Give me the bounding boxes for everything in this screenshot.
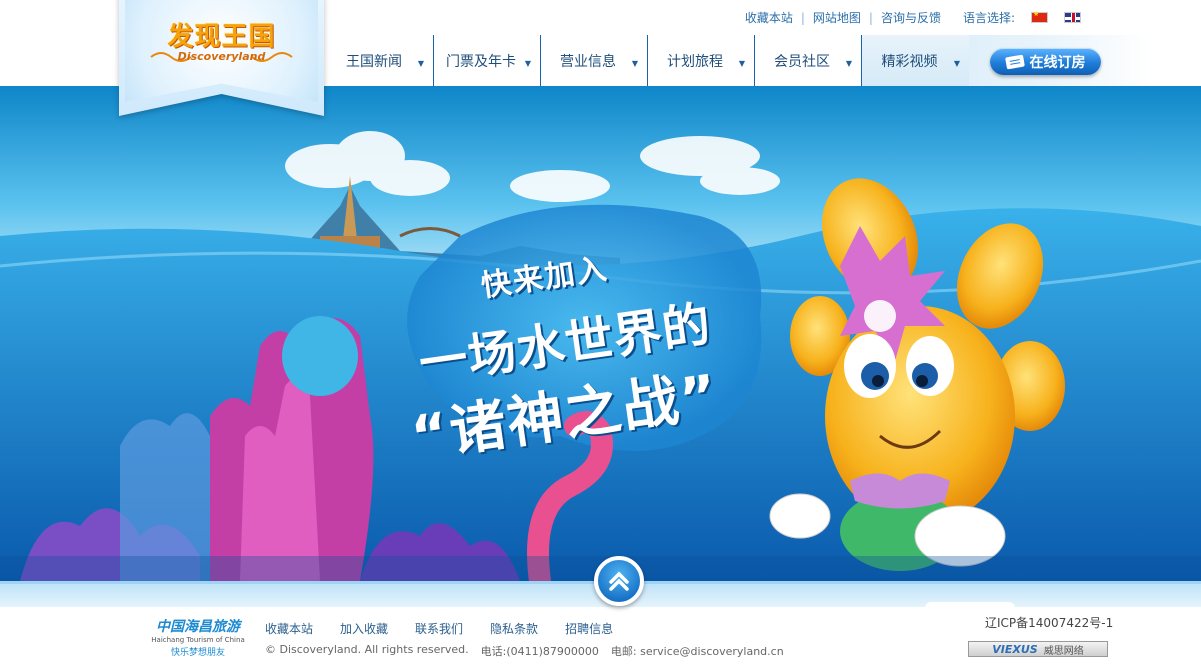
footer-link-privacy[interactable]: 隐私条款 [490,620,538,637]
nav-item-label: 会员社区 [774,53,830,70]
haichang-logo[interactable]: 中国海昌旅游 Haichang Tourism of China 快乐梦想朋友 [146,612,250,658]
main-nav: 王国新闻 ▼ 门票及年卡 ▼ 营业信息 ▼ 计划旅程 ▼ 会员社区 ▼ 精彩视频… [327,35,969,86]
book-online-label: 在线订房 [1029,54,1086,71]
viexus-credit-badge[interactable]: VIEXUS 威思网络 [968,641,1108,657]
icp-license[interactable]: 辽ICP备14007422号-1 [985,614,1113,631]
haichang-logo-cn: 中国海昌旅游 [156,619,240,635]
viexus-brand: VIEXUS [992,642,1038,656]
nav-item-plan[interactable]: 计划旅程 ▼ [648,35,755,86]
dropdown-arrow-icon: ▼ [845,59,852,68]
sitemap-link[interactable]: 网站地图 [813,9,861,26]
nav-item-label: 精彩视频 [881,53,938,70]
language-label: 语言选择: [962,11,1015,25]
nav-item-community[interactable]: 会员社区 ▼ [755,35,862,86]
viexus-cn: 威思网络 [1043,645,1084,657]
footer-links: 收藏本站 加入收藏 联系我们 隐私条款 招聘信息 [265,620,613,637]
dropdown-arrow-icon: ▼ [417,59,424,68]
haichang-logo-tagline: 快乐梦想朋友 [170,648,225,658]
dropdown-arrow-icon: ▼ [524,59,531,68]
chinese-flag-icon[interactable] [1031,10,1048,23]
footer-link-favorite[interactable]: 加入收藏 [340,620,388,637]
double-chevron-up-icon [609,571,629,591]
slogan-line-1: 快来加入 [479,251,611,305]
logo-text-en: Discoveryland [177,50,266,63]
nav-item-news[interactable]: 王国新闻 ▼ [327,35,434,86]
nav-item-label: 王国新闻 [346,53,402,70]
bookmark-link[interactable]: 收藏本站 [745,9,793,26]
email-info: 电邮: service@discoveryland.cn [611,643,784,659]
copyright-text: © Discoveryland. All rights reserved. [265,643,469,656]
copyright-line: © Discoveryland. All rights reserved. 电话… [265,643,784,659]
nav-item-hours[interactable]: 营业信息 ▼ [541,35,648,86]
phone-value: (0411)87900000 [506,645,599,658]
feedback-link[interactable]: 咨询与反馈 [881,9,941,26]
nav-item-videos[interactable]: 精彩视频 ▼ [862,35,969,86]
phone-info: 电话:(0411)87900000 [481,643,599,659]
top-links: 收藏本站 | 网站地图 | 咨询与反馈 语言选择: [745,9,1081,26]
footer-link-bookmark[interactable]: 收藏本站 [265,620,313,637]
nav-item-label: 营业信息 [560,53,616,70]
dropdown-arrow-icon: ▼ [631,59,638,68]
haichang-logo-en: Haichang Tourism of China [151,636,245,644]
ticket-icon [1004,54,1025,69]
uk-flag-icon[interactable] [1064,12,1081,23]
hero-banner[interactable]: 快来加入 一场水世界的 “诸神之战” [0,86,1201,581]
footer-link-jobs[interactable]: 招聘信息 [565,620,613,637]
dropdown-arrow-icon: ▼ [953,59,960,68]
scroll-up-button[interactable] [594,556,644,606]
dropdown-arrow-icon: ▼ [738,59,745,68]
footer-link-contact[interactable]: 联系我们 [415,620,463,637]
nav-item-label: 计划旅程 [667,53,723,70]
hero-slogan: 快来加入 一场水世界的 “诸神之战” [386,218,765,494]
site-logo[interactable]: 发现王国 Discoveryland [119,0,324,116]
nav-item-label: 门票及年卡 [446,53,516,70]
phone-label: 电话: [480,645,507,658]
email-value: service@discoveryland.cn [640,645,784,658]
email-label: 电邮: [610,645,637,658]
book-online-button[interactable]: 在线订房 [990,48,1101,75]
nav-item-tickets[interactable]: 门票及年卡 ▼ [434,35,541,86]
divider: | [868,10,873,25]
divider: | [800,10,805,25]
